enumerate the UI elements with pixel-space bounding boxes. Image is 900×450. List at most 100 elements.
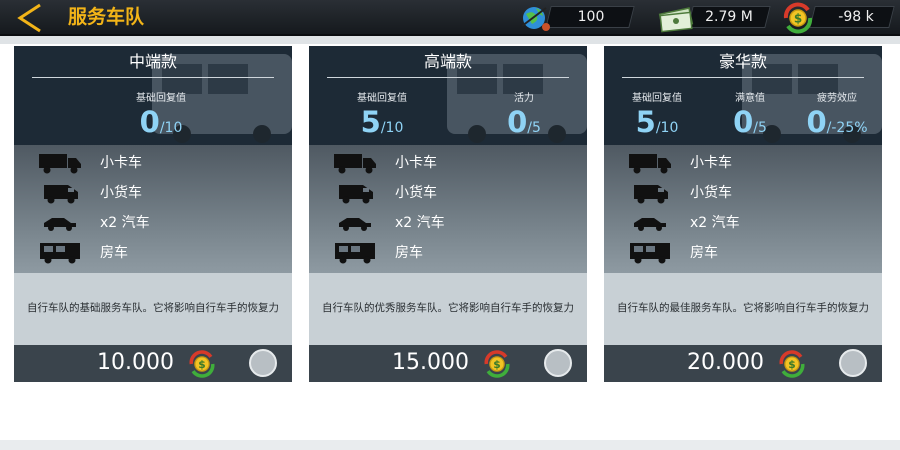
vehicle-label: x2 汽车 (690, 215, 740, 231)
vehicle-label: 房车 (690, 245, 718, 261)
van-icon (634, 185, 668, 204)
card-title: 高端款 (423, 52, 472, 71)
metric-value: 0/10 (121, 105, 201, 139)
card-footer: 20.000 $ (604, 345, 882, 382)
car-icon (44, 218, 76, 231)
top-bar: 服务车队 100 2.79 M $ -98 k (0, 0, 900, 36)
select-radio-button[interactable] (839, 349, 867, 377)
vehicle-row: 房车 (604, 238, 882, 268)
vehicle-row: x2 汽车 (604, 208, 882, 238)
cash-stat-value: 2.79 M (705, 9, 753, 25)
vehicle-label: 房车 (395, 245, 423, 261)
metric-value: 5/10 (617, 105, 697, 139)
metric-label: 满意值 (735, 93, 765, 104)
page-title: 服务车队 (68, 6, 145, 28)
price-label: 15.000 (392, 350, 469, 375)
card-footer: 15.000 $ (309, 345, 587, 382)
metric-value: 0/-25% (797, 105, 877, 139)
metric-label: 基础回复值 (632, 93, 682, 104)
vehicle-label: x2 汽车 (395, 215, 445, 231)
vehicle-list: 小卡车 小货车 x2 汽车 房车 (309, 145, 587, 273)
vehicle-row: 房车 (14, 238, 292, 268)
vehicle-row: 小卡车 (14, 148, 292, 178)
card-description: 自行车队的最佳服务车队。它将影响自行车手的恢复力 (617, 302, 869, 314)
svg-text:$: $ (198, 358, 205, 371)
vehicle-label: 小卡车 (690, 155, 732, 171)
vehicle-list: 小卡车 小货车 x2 汽车 房车 (604, 145, 882, 273)
dollar-coin-icon: $ (783, 2, 813, 34)
card-description: 自行车队的基础服务车队。它将影响自行车手的恢复力 (27, 302, 279, 314)
dollar-coin-icon: $ (189, 350, 215, 378)
title-divider (622, 77, 864, 78)
car-icon (634, 218, 666, 231)
globe-stat-value: 100 (577, 9, 605, 25)
metric-max: /10 (655, 120, 679, 136)
svg-text:$: $ (788, 358, 795, 371)
vehicle-row: 小卡车 (604, 148, 882, 178)
price-label: 10.000 (97, 350, 174, 375)
select-radio-button[interactable] (249, 349, 277, 377)
card-description-area: 自行车队的基础服务车队。它将影响自行车手的恢复力 (14, 273, 292, 345)
card-description: 自行车队的优秀服务车队。它将影响自行车手的恢复力 (322, 302, 574, 314)
metric-value: 0/5 (710, 105, 790, 139)
fleet-card-midrange[interactable]: 中端款 基础回复值 0/10 小卡车 小货车 x2 汽车 房车 自行车队的基础服… (14, 46, 292, 382)
vehicle-label: x2 汽车 (100, 215, 150, 231)
metric-current: 5 (635, 105, 656, 139)
card-header: 豪华款 基础回复值 5/10 满意值 0/5 疲劳效应 0/-25% (604, 46, 882, 145)
truck-icon (39, 154, 81, 174)
card-title: 豪华款 (718, 52, 767, 71)
vehicle-label: 小货车 (395, 185, 437, 201)
vehicle-label: 小货车 (690, 185, 732, 201)
camper-icon (40, 243, 80, 264)
coin-stat-value: -98 k (838, 9, 874, 25)
price-label: 20.000 (687, 350, 764, 375)
vehicle-label: 小卡车 (395, 155, 437, 171)
title-divider (327, 77, 569, 78)
select-radio-button[interactable] (544, 349, 572, 377)
vehicle-label: 小卡车 (100, 155, 142, 171)
fleet-card-highend[interactable]: 高端款 基础回复值 5/10 活力 0/5 小卡车 小货车 x2 汽车 房车 自… (309, 46, 587, 382)
metric-max: /10 (380, 120, 404, 136)
back-chevron-icon[interactable] (14, 3, 46, 33)
metric-max: /10 (159, 120, 183, 136)
truck-icon (629, 154, 671, 174)
metric-current: 5 (360, 105, 381, 139)
header-strip (0, 36, 900, 44)
metric-current: 0 (507, 105, 528, 139)
vehicle-row: 小卡车 (309, 148, 587, 178)
van-icon (44, 185, 78, 204)
vehicle-row: 房车 (309, 238, 587, 268)
vehicle-list: 小卡车 小货车 x2 汽车 房车 (14, 145, 292, 273)
metric-current: 0 (733, 105, 754, 139)
van-icon (339, 185, 373, 204)
vehicle-row: x2 汽车 (309, 208, 587, 238)
metric-label: 基础回复值 (136, 93, 186, 104)
fleet-card-luxury[interactable]: 豪华款 基础回复值 5/10 满意值 0/5 疲劳效应 0/-25% 小卡车 小… (604, 46, 882, 382)
car-icon (339, 218, 371, 231)
card-header: 中端款 基础回复值 0/10 (14, 46, 292, 145)
dollar-coin-icon: $ (484, 350, 510, 378)
metric-current: 0 (806, 105, 827, 139)
metric-value: 5/10 (342, 105, 422, 139)
globe-icon (521, 7, 550, 31)
metric-max: /5 (527, 120, 541, 136)
metric-label: 基础回复值 (357, 93, 407, 104)
card-description-area: 自行车队的优秀服务车队。它将影响自行车手的恢复力 (309, 273, 587, 345)
bottom-band (0, 440, 900, 450)
svg-text:$: $ (794, 12, 802, 26)
card-description-area: 自行车队的最佳服务车队。它将影响自行车手的恢复力 (604, 273, 882, 345)
vehicle-label: 房车 (100, 245, 128, 261)
card-footer: 10.000 $ (14, 345, 292, 382)
metric-label: 活力 (514, 93, 534, 104)
camper-icon (630, 243, 670, 264)
vehicle-label: 小货车 (100, 185, 142, 201)
vehicle-row: 小货车 (309, 178, 587, 208)
card-header: 高端款 基础回复值 5/10 活力 0/5 (309, 46, 587, 145)
metric-value: 0/5 (484, 105, 564, 139)
dollar-coin-icon: $ (779, 350, 805, 378)
title-divider (32, 77, 274, 78)
truck-icon (334, 154, 376, 174)
metric-current: 0 (139, 105, 160, 139)
cash-stack-icon (658, 7, 694, 33)
metric-max: /-25% (826, 120, 868, 136)
